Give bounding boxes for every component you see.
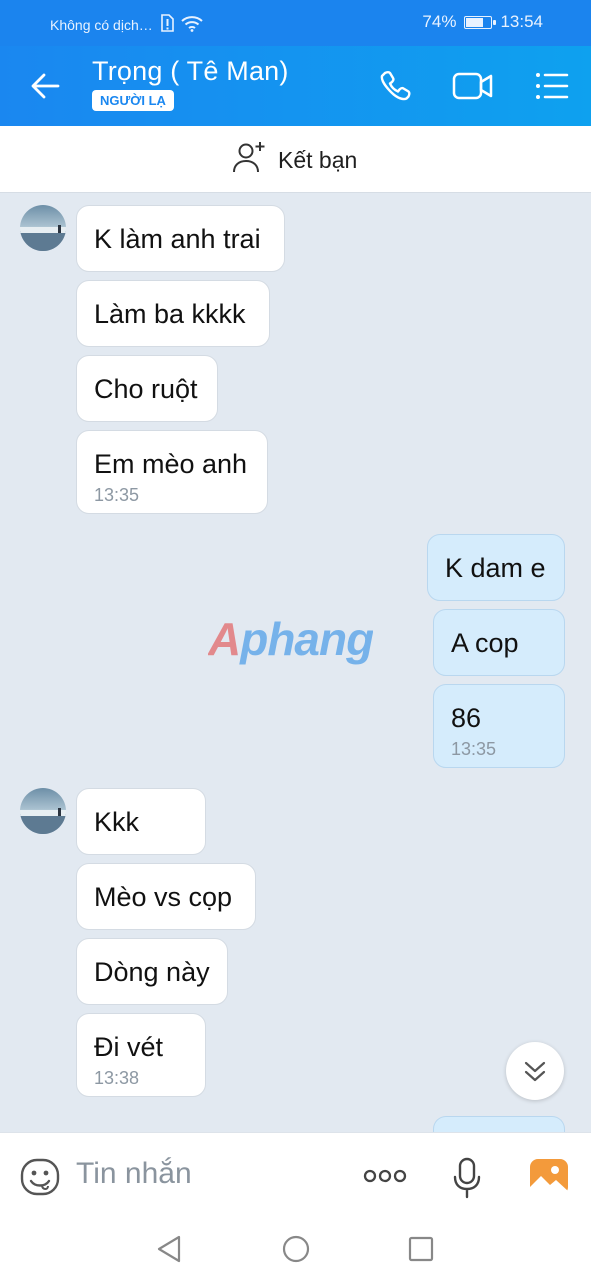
more-dots-icon[interactable]: [362, 1165, 408, 1192]
arrow-left-icon[interactable]: [26, 68, 66, 104]
composer-bar: Tin nhắn: [0, 1132, 591, 1219]
message-bubble-received[interactable]: Em mèo anh 13:35: [76, 430, 268, 514]
wifi-icon: [181, 15, 203, 35]
message-bubble-received[interactable]: Cho ruột: [76, 355, 218, 422]
message-time: 13:35: [94, 485, 140, 505]
message-text: Đi vét: [94, 1032, 164, 1062]
status-left: Không có dịch…: [50, 14, 203, 35]
message-text: Làm ba kkkk: [94, 299, 246, 329]
message-bubble-received[interactable]: Mèo vs cọp: [76, 863, 256, 930]
scroll-down-button[interactable]: [506, 1042, 564, 1100]
battery-icon: [464, 15, 497, 29]
carrier-text: Không có dịch…: [50, 16, 153, 33]
status-right: 74% 13:54: [422, 12, 543, 32]
message-text: Dòng này: [94, 957, 210, 987]
stranger-badge: NGƯỜI LẠ: [92, 90, 174, 111]
message-bubble-received[interactable]: Làm ba kkkk: [76, 280, 270, 347]
add-user-icon: [232, 140, 268, 180]
message-bubble-sent[interactable]: A cop: [433, 609, 565, 676]
message-time: 13:38: [94, 1068, 140, 1088]
microphone-icon[interactable]: [452, 1157, 482, 1204]
list-icon[interactable]: [532, 68, 572, 104]
message-bubble-received[interactable]: Đi vét 13:38: [76, 1013, 206, 1097]
message-input[interactable]: Tin nhắn: [76, 1157, 192, 1191]
watermark-logo: Aphang: [208, 613, 374, 665]
emoji-icon[interactable]: [20, 1157, 60, 1202]
avatar[interactable]: [20, 205, 66, 251]
add-friend-bar[interactable]: Kết bạn: [0, 126, 591, 193]
chevron-double-down-icon: [524, 1061, 546, 1082]
message-bubble-received[interactable]: Dòng này: [76, 938, 228, 1005]
nav-home-icon[interactable]: [281, 1234, 311, 1269]
chat-header: Trọng ( Tê Man) NGƯỜI LẠ: [0, 46, 591, 126]
nav-back-icon[interactable]: [155, 1234, 183, 1269]
message-text: Kkk: [94, 807, 140, 837]
system-nav-bar: [0, 1218, 591, 1280]
image-icon[interactable]: [528, 1157, 570, 1202]
message-text: A cop: [451, 628, 519, 658]
video-icon[interactable]: [452, 68, 493, 104]
phone-icon[interactable]: [376, 68, 416, 104]
battery-percent: 74%: [422, 12, 457, 31]
message-text: 86: [451, 703, 482, 733]
no-sim-icon: [159, 14, 175, 35]
clock: 13:54: [500, 12, 543, 31]
message-text: Cho ruột: [94, 374, 198, 404]
message-text: Mèo vs cọp: [94, 882, 233, 912]
message-text: Em mèo anh: [94, 449, 248, 479]
message-text: K làm anh trai: [94, 224, 261, 254]
add-friend-label: Kết bạn: [278, 146, 358, 173]
message-bubble-sent[interactable]: K dam e: [427, 534, 565, 601]
status-bar: Không có dịch… 74% 13:54: [0, 0, 591, 46]
contact-name[interactable]: Trọng ( Tê Man): [92, 56, 289, 87]
message-bubble-received[interactable]: K làm anh trai: [76, 205, 285, 272]
message-bubble-received[interactable]: Kkk: [76, 788, 206, 855]
message-text: K dam e: [445, 553, 546, 583]
nav-recents-icon[interactable]: [407, 1234, 435, 1269]
message-time: 13:35: [451, 739, 497, 759]
message-bubble-sent[interactable]: 86 13:35: [433, 684, 565, 768]
avatar[interactable]: [20, 788, 66, 834]
